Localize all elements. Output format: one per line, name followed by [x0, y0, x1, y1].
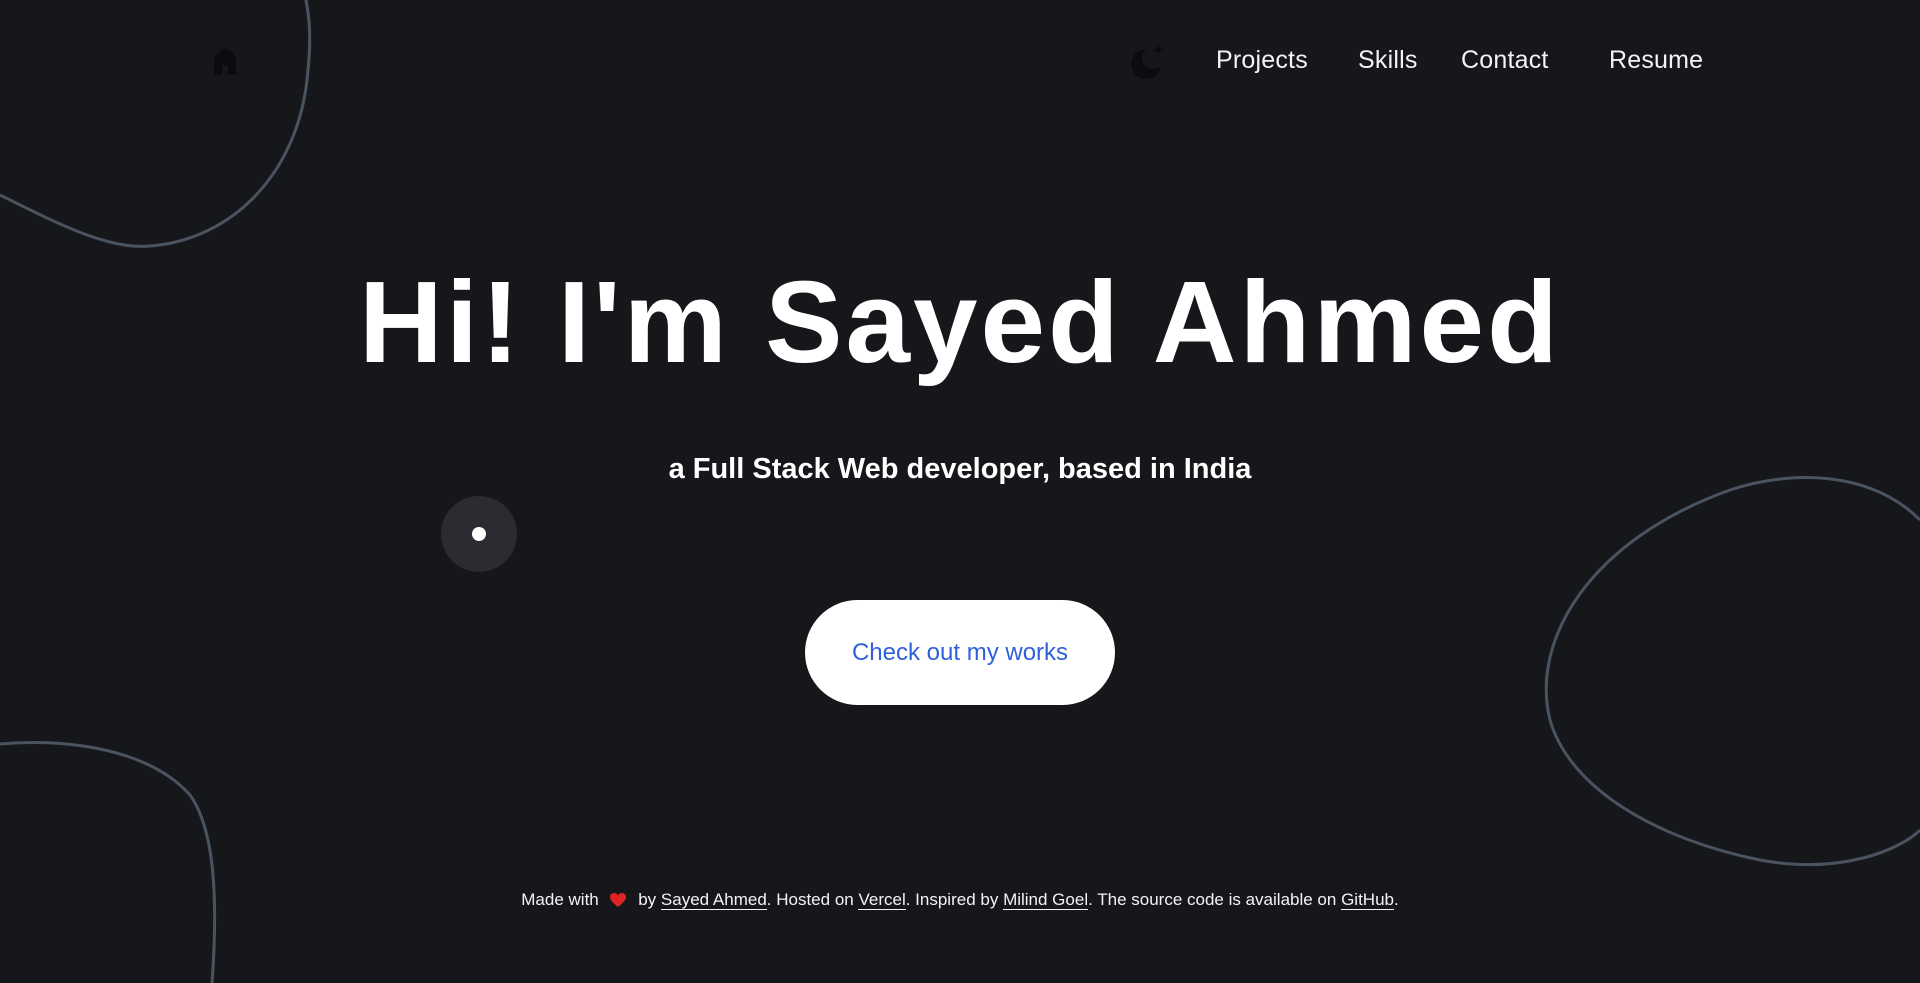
theme-toggle-button[interactable]	[1126, 40, 1168, 82]
hero-title: Hi! I'm Sayed Ahmed	[359, 257, 1561, 387]
home-link[interactable]	[207, 44, 243, 80]
cursor-follower	[441, 496, 517, 572]
portfolio-page: Projects Skills Contact Resume Hi! I'm S…	[0, 0, 1920, 983]
footer-source-text: . The source code is available on	[1088, 890, 1337, 909]
background-blobs	[0, 0, 1920, 983]
nav-link-projects[interactable]: Projects	[1216, 46, 1308, 75]
blob-bottom-left	[0, 741, 217, 983]
home-icon	[214, 49, 236, 75]
cursor-dot	[472, 527, 486, 541]
footer-hosted-on: . Hosted on	[766, 890, 854, 909]
footer: Made with by Sayed Ahmed. Hosted on Verc…	[0, 890, 1920, 910]
footer-made-with: Made with	[521, 890, 599, 909]
blob-right	[1544, 476, 1920, 867]
nav-link-resume[interactable]: Resume	[1609, 46, 1703, 75]
heart-icon	[610, 893, 627, 907]
check-out-works-button[interactable]: Check out my works	[805, 600, 1115, 705]
footer-author-link[interactable]: Sayed Ahmed	[660, 890, 767, 910]
hero-subtitle: a Full Stack Web developer, based in Ind…	[668, 453, 1252, 485]
footer-github-link[interactable]: GitHub	[1341, 890, 1394, 910]
nav-link-skills[interactable]: Skills	[1358, 46, 1418, 75]
footer-inspired-by: . Inspired by	[905, 890, 999, 909]
footer-vercel-link[interactable]: Vercel	[858, 890, 906, 910]
blob-top-left	[0, 0, 312, 248]
top-navigation: Projects Skills Contact Resume	[1120, 40, 1720, 82]
moon-stars-icon	[1131, 44, 1164, 79]
footer-end: .	[1394, 890, 1399, 909]
footer-inspiration-link[interactable]: Milind Goel	[1003, 890, 1089, 910]
nav-link-contact[interactable]: Contact	[1461, 46, 1549, 75]
footer-by: by	[638, 890, 657, 909]
